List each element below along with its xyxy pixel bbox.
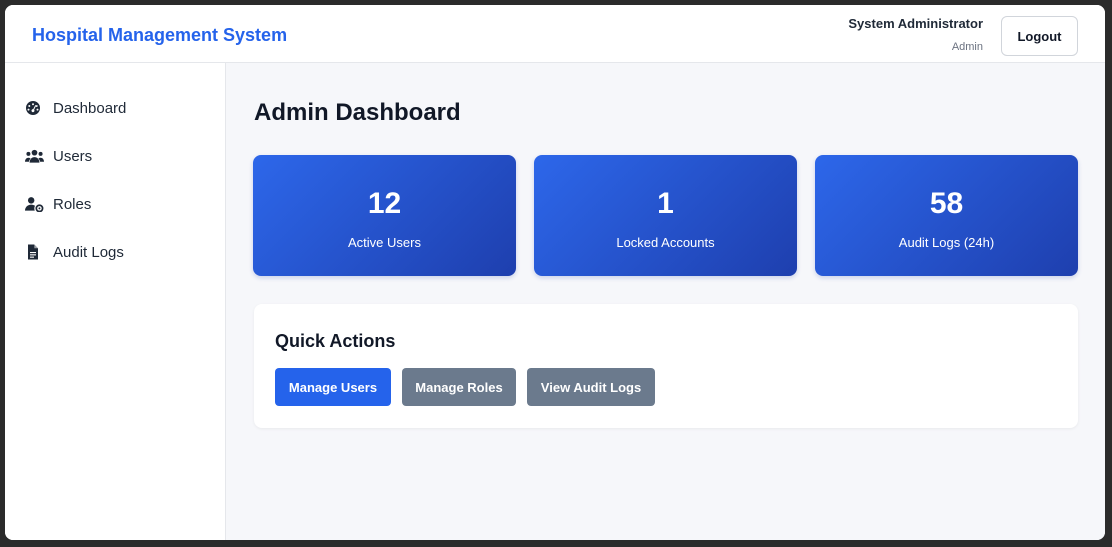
sidebar-item-audit-logs[interactable]: Audit Logs <box>25 240 124 264</box>
stat-card-audit-logs: 58 Audit Logs (24h) <box>815 155 1078 276</box>
sidebar-item-label: Users <box>53 147 93 165</box>
manage-roles-button[interactable]: Manage Roles <box>402 368 516 406</box>
stat-label: Locked Accounts <box>616 235 715 250</box>
brand-title[interactable]: Hospital Management System <box>32 25 287 46</box>
stat-value: 58 <box>929 187 964 220</box>
user-cog-icon <box>25 197 44 212</box>
stat-label: Audit Logs (24h) <box>898 235 995 250</box>
file-icon <box>28 244 38 260</box>
quick-actions-title: Quick Actions <box>275 331 396 351</box>
manage-users-button[interactable]: Manage Users <box>275 368 391 406</box>
stat-card-active-users: 12 Active Users <box>253 155 516 276</box>
sidebar-item-roles[interactable]: Roles <box>25 192 91 216</box>
sidebar-item-dashboard[interactable]: Dashboard <box>25 96 126 120</box>
sidebar: Dashboard Users Roles Audit Logs <box>5 63 226 540</box>
app-window: Hospital Management System System Admini… <box>5 5 1105 540</box>
sidebar-item-label: Dashboard <box>53 99 127 117</box>
main-content: Admin Dashboard 12 Active Users 1 Locked… <box>226 63 1105 540</box>
dashboard-icon <box>26 101 40 115</box>
sidebar-item-users[interactable]: Users <box>25 144 92 168</box>
stat-value: 1 <box>657 187 674 220</box>
page-title: Admin Dashboard <box>254 99 461 126</box>
users-icon <box>25 149 44 163</box>
user-name: System Administrator <box>848 16 983 31</box>
stat-card-locked-accounts: 1 Locked Accounts <box>534 155 797 276</box>
sidebar-item-label: Roles <box>53 195 92 213</box>
top-bar: Hospital Management System System Admini… <box>5 5 1105 63</box>
user-info: System Administrator Admin <box>848 16 983 53</box>
stat-value: 12 <box>367 187 402 220</box>
stat-label: Active Users <box>348 235 421 250</box>
view-audit-logs-button[interactable]: View Audit Logs <box>527 368 655 406</box>
sidebar-item-label: Audit Logs <box>53 243 124 261</box>
logout-button[interactable]: Logout <box>1001 16 1078 56</box>
user-role: Admin <box>951 41 983 53</box>
quick-actions-panel: Quick Actions Manage Users Manage Roles … <box>254 304 1078 428</box>
